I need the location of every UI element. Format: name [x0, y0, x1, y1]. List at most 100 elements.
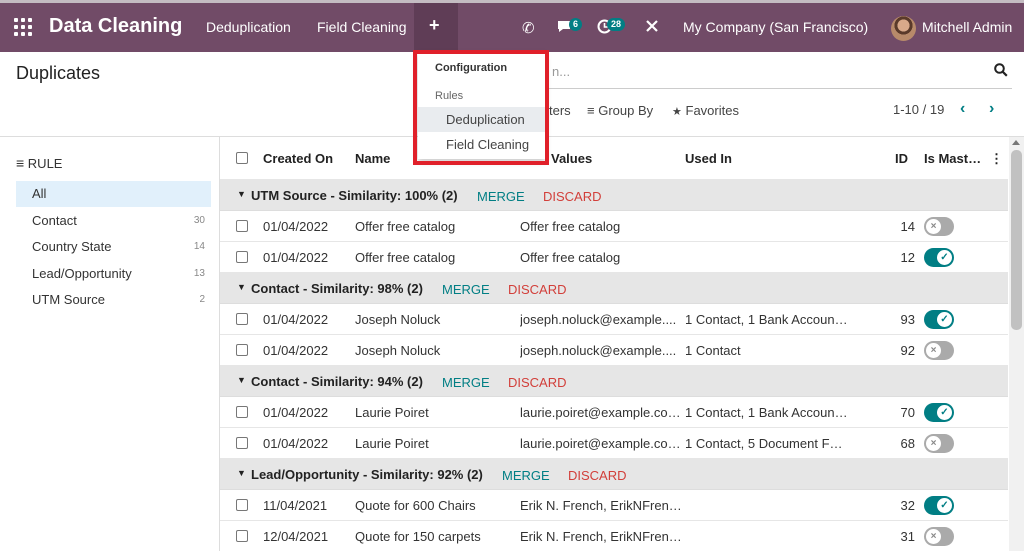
column-used-in[interactable]: Used In [685, 151, 732, 166]
group-row[interactable]: ▼ UTM Source - Similarity: 100% (2) MERGE D… [220, 180, 1008, 211]
caret-down-icon[interactable]: ▼ [237, 375, 246, 385]
search-panel-heading-label: RULE [27, 156, 63, 171]
phone-icon[interactable]: ✆ [522, 19, 535, 37]
row-checkbox[interactable] [236, 530, 248, 542]
row-checkbox[interactable] [236, 406, 248, 418]
scrollbar-thumb[interactable] [1011, 150, 1022, 330]
column-is-master[interactable]: Is Mast… [924, 151, 980, 166]
side-item-utm-source[interactable]: UTM Source 2 [16, 287, 211, 313]
x-icon: × [926, 343, 941, 358]
row-checkbox[interactable] [236, 344, 248, 356]
group-row[interactable]: ▼ Contact - Similarity: 94% (2) MERGE DISCA… [220, 366, 1008, 397]
apps-grid-icon[interactable] [14, 18, 34, 38]
group-row[interactable]: ▼ Lead/Opportunity - Similarity: 92% (2) M… [220, 459, 1008, 490]
column-id[interactable]: ID [895, 151, 908, 166]
table-row[interactable]: 01/04/2022 Laurie Poiret laurie.poiret@exa… [220, 397, 1008, 428]
column-created-on[interactable]: Created On [263, 151, 333, 166]
is-master-toggle[interactable]: × [924, 217, 954, 236]
group-title: UTM Source - Similarity: 100% (2) [251, 188, 458, 203]
row-checkbox[interactable] [236, 220, 248, 232]
caret-down-icon[interactable]: ▼ [237, 189, 246, 199]
x-icon: × [926, 219, 941, 234]
search-underline [540, 88, 1012, 89]
pager-value[interactable]: 1-10 / 19 [893, 102, 944, 117]
discard-button[interactable]: DISCARD [568, 468, 627, 483]
group-title: Contact - Similarity: 94% (2) [251, 374, 423, 389]
merge-button[interactable]: MERGE [477, 189, 525, 204]
discard-button[interactable]: DISCARD [508, 375, 567, 390]
row-checkbox[interactable] [236, 437, 248, 449]
created-on-cell: 01/04/2022 [263, 436, 329, 451]
discard-button[interactable]: DISCARD [508, 282, 567, 297]
favorites-button[interactable]: ★ Favorites [672, 103, 739, 118]
table-row[interactable]: 01/04/2022 Joseph Noluck joseph.noluck@exa… [220, 304, 1008, 335]
x-icon: × [926, 529, 941, 544]
is-master-toggle[interactable]: ✓ [924, 310, 954, 329]
table-row[interactable]: 01/04/2022 Joseph Noluck joseph.noluck@exa… [220, 335, 1008, 366]
name-cell: Quote for 150 carpets [355, 529, 481, 544]
side-item-lead-opportunity[interactable]: Lead/Opportunity 13 [16, 261, 211, 287]
is-master-toggle[interactable]: ✓ [924, 403, 954, 422]
is-master-toggle[interactable]: ✓ [924, 248, 954, 267]
pager-prev-icon[interactable]: ‹ [960, 100, 965, 118]
table-row[interactable]: 11/04/2021 Quote for 600 Chairs Erik N. Fr… [220, 490, 1008, 521]
is-master-toggle[interactable]: × [924, 527, 954, 546]
discard-button[interactable]: DISCARD [543, 189, 602, 204]
used-in-cell: 1 Contact, 5 Document F… [685, 436, 843, 451]
search-input[interactable]: n... [552, 64, 570, 79]
filters-button[interactable]: ters [549, 103, 571, 118]
merge-button[interactable]: MERGE [442, 282, 490, 297]
id-cell: 92 [900, 343, 915, 358]
caret-down-icon[interactable]: ▼ [237, 468, 246, 478]
table-row[interactable]: 01/04/2022 Offer free catalog Offer free c… [220, 242, 1008, 273]
pager-next-icon[interactable]: › [989, 100, 994, 118]
check-icon: ✓ [937, 312, 952, 327]
row-checkbox[interactable] [236, 313, 248, 325]
group-row[interactable]: ▼ Contact - Similarity: 98% (2) MERGE DISCA… [220, 273, 1008, 304]
table-row[interactable]: 01/04/2022 Laurie Poiret laurie.poiret@exa… [220, 428, 1008, 459]
side-item-label: Lead/Opportunity [32, 266, 132, 281]
check-icon: ✓ [937, 405, 952, 420]
values-cell: Offer free catalog [520, 250, 621, 265]
values-cell: laurie.poiret@example.co… [520, 436, 680, 451]
name-cell: Laurie Poiret [355, 436, 429, 451]
scroll-up-icon[interactable] [1012, 140, 1020, 145]
row-checkbox[interactable] [236, 251, 248, 263]
values-cell: Offer free catalog [520, 219, 621, 234]
group-by-button[interactable]: ≡ Group By [587, 103, 653, 118]
id-cell: 70 [900, 405, 915, 420]
avatar[interactable] [891, 16, 916, 41]
column-values[interactable]: Values [551, 151, 592, 166]
id-cell: 68 [900, 436, 915, 451]
is-master-toggle[interactable]: × [924, 341, 954, 360]
caret-down-icon[interactable]: ▼ [237, 282, 246, 292]
side-item-contact[interactable]: Contact 30 [16, 208, 211, 234]
company-switcher[interactable]: My Company (San Francisco) [683, 19, 868, 35]
values-cell: Erik N. French, ErikNFren… [520, 529, 680, 544]
app-title[interactable]: Data Cleaning [49, 15, 182, 38]
created-on-cell: 01/04/2022 [263, 312, 329, 327]
side-item-all[interactable]: All [16, 181, 211, 207]
user-menu[interactable]: Mitchell Admin [922, 19, 1012, 35]
side-item-country-state[interactable]: Country State 14 [16, 234, 211, 260]
table-row[interactable]: 12/04/2021 Quote for 150 carpets Erik N. F… [220, 521, 1008, 551]
row-checkbox[interactable] [236, 499, 248, 511]
name-cell: Offer free catalog [355, 219, 456, 234]
optional-columns-icon[interactable]: ⋮ [990, 151, 1003, 167]
search-icon[interactable] [994, 63, 1008, 77]
is-master-toggle[interactable]: × [924, 434, 954, 453]
menu-field-cleaning[interactable]: Field Cleaning [317, 19, 407, 35]
select-all-checkbox[interactable] [236, 152, 248, 164]
group-by-label: Group By [598, 103, 654, 118]
table-header: Created On Name Values Used In ID Is Mas… [220, 137, 1008, 180]
side-item-label: Country State [32, 239, 112, 254]
column-name[interactable]: Name [355, 151, 390, 166]
merge-button[interactable]: MERGE [442, 375, 490, 390]
table-row[interactable]: 01/04/2022 Offer free catalog Offer free c… [220, 211, 1008, 242]
tools-icon[interactable] [645, 19, 659, 37]
menu-deduplication[interactable]: Deduplication [206, 19, 291, 35]
list-icon: ≡ [587, 103, 595, 118]
is-master-toggle[interactable]: ✓ [924, 496, 954, 515]
merge-button[interactable]: MERGE [502, 468, 550, 483]
plus-icon[interactable]: + [429, 15, 440, 36]
